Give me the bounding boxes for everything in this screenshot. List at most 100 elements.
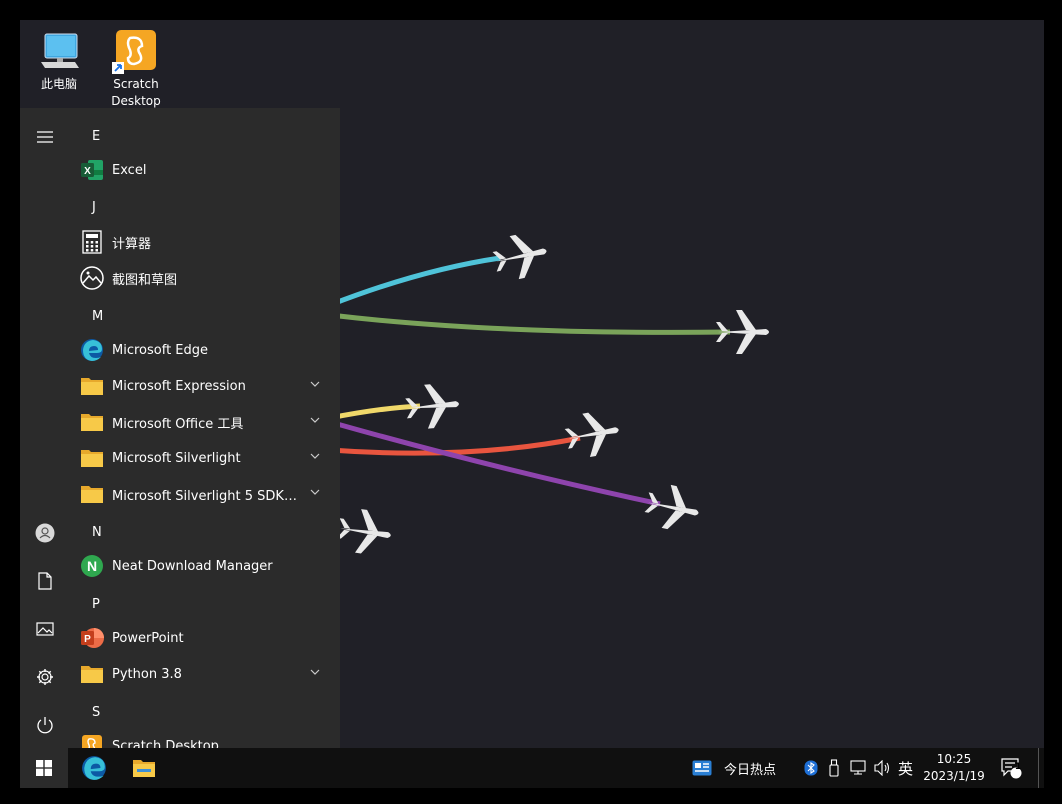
plane-4 bbox=[562, 407, 623, 461]
app-microsoft-edge[interactable]: Microsoft Edge bbox=[80, 333, 330, 367]
chevron-down-icon[interactable] bbox=[310, 452, 320, 460]
plane-5 bbox=[642, 480, 704, 535]
folder-icon bbox=[80, 446, 104, 470]
picture-icon bbox=[36, 622, 54, 636]
computer-icon bbox=[35, 28, 83, 76]
app-label: Microsoft Edge bbox=[112, 342, 209, 358]
usb-tray-icon[interactable] bbox=[828, 748, 840, 788]
chevron-down-icon[interactable] bbox=[310, 668, 320, 676]
show-desktop-button[interactable] bbox=[1038, 748, 1044, 788]
trail-purple bbox=[329, 419, 661, 507]
desktop-icon-scratch[interactable]: Scratch Desktop bbox=[98, 28, 174, 110]
gear-icon bbox=[37, 669, 53, 685]
app-label: Microsoft Office 工具 bbox=[112, 416, 244, 432]
pictures-button[interactable] bbox=[28, 612, 62, 646]
powerpoint-icon: P bbox=[80, 626, 104, 650]
chevron-down-icon[interactable] bbox=[310, 488, 320, 496]
news-widget[interactable]: 今日热点 bbox=[692, 748, 776, 788]
app-calculator[interactable]: 计算器 bbox=[80, 225, 330, 259]
desktop-icon-label: 此电脑 bbox=[40, 77, 77, 91]
network-icon bbox=[850, 760, 866, 775]
svg-text:X: X bbox=[84, 166, 91, 177]
windows-logo-icon bbox=[36, 760, 52, 776]
app-folder-microsoft-expression[interactable]: Microsoft Expression bbox=[80, 369, 330, 403]
group-header-p[interactable]: P bbox=[92, 597, 100, 612]
trail-yellow bbox=[329, 403, 421, 421]
desktop-icon-label: Scratch bbox=[113, 77, 159, 91]
calculator-icon bbox=[80, 230, 104, 254]
app-folder-microsoft-office-tools[interactable]: Microsoft Office 工具 bbox=[80, 405, 330, 439]
edge-icon bbox=[80, 338, 104, 362]
scratch-icon bbox=[80, 734, 104, 748]
clock-date: 2023/1/19 bbox=[923, 769, 985, 783]
hamburger-menu-button[interactable] bbox=[28, 120, 62, 154]
group-header-s[interactable]: S bbox=[92, 705, 100, 720]
start-button[interactable] bbox=[20, 748, 68, 788]
svg-text:P: P bbox=[84, 634, 91, 645]
app-powerpoint[interactable]: P PowerPoint bbox=[80, 621, 330, 655]
plane-6 bbox=[335, 506, 394, 558]
desktop-icon-this-pc[interactable]: 此电脑 bbox=[21, 28, 97, 93]
volume-icon bbox=[874, 760, 890, 776]
app-label: 计算器 bbox=[112, 236, 152, 252]
app-label: Scratch Desktop bbox=[112, 738, 219, 749]
trail-red bbox=[329, 435, 581, 456]
notification-center-button[interactable]: 1 bbox=[1000, 748, 1022, 788]
ime-label: 英 bbox=[898, 759, 914, 778]
group-header-n[interactable]: N bbox=[92, 525, 102, 540]
app-list[interactable]: E X Excel J 计算器 截图和草图 M Microsoft Edge M… bbox=[70, 108, 340, 748]
app-snip-sketch[interactable]: 截图和草图 bbox=[80, 261, 330, 295]
app-label: 截图和草图 bbox=[112, 272, 178, 288]
app-folder-silverlight-sdk[interactable]: Microsoft Silverlight 5 SDK - 中... bbox=[80, 477, 330, 511]
app-neat-download-manager[interactable]: N Neat Download Manager bbox=[80, 549, 330, 583]
app-label: Microsoft Expression bbox=[112, 378, 246, 394]
snip-sketch-icon bbox=[80, 266, 104, 290]
chevron-down-icon[interactable] bbox=[310, 416, 320, 424]
app-label: Microsoft Silverlight 5 SDK - 中... bbox=[112, 488, 300, 504]
trail-green bbox=[329, 312, 731, 335]
hamburger-icon bbox=[37, 131, 53, 143]
folder-icon bbox=[80, 482, 104, 506]
app-folder-python[interactable]: Python 3.8 bbox=[80, 657, 330, 691]
group-header-j[interactable]: J bbox=[92, 200, 96, 215]
plane-3 bbox=[404, 381, 461, 431]
clock-time: 10:25 bbox=[936, 752, 972, 766]
excel-icon: X bbox=[80, 158, 104, 182]
clock[interactable]: 10:25 2023/1/19 bbox=[916, 751, 992, 785]
file-explorer-icon bbox=[133, 760, 155, 777]
edge-icon bbox=[82, 756, 106, 780]
app-scratch-desktop[interactable]: Scratch Desktop bbox=[80, 729, 330, 748]
ndm-icon: N bbox=[80, 554, 104, 578]
app-folder-microsoft-silverlight[interactable]: Microsoft Silverlight bbox=[80, 441, 330, 475]
bluetooth-tray-icon[interactable] bbox=[804, 748, 818, 788]
svg-text:N: N bbox=[87, 558, 97, 574]
user-account-button[interactable] bbox=[28, 516, 62, 550]
power-button[interactable] bbox=[28, 708, 62, 742]
folder-icon bbox=[80, 374, 104, 398]
app-label: Neat Download Manager bbox=[112, 558, 273, 574]
app-label: Microsoft Silverlight bbox=[112, 450, 241, 466]
taskbar: 今日热点 英 10:25 2023/1/19 1 bbox=[20, 748, 1044, 788]
plane-2 bbox=[716, 310, 769, 354]
notification-badge: 1 bbox=[1014, 762, 1022, 772]
folder-icon bbox=[80, 662, 104, 686]
chevron-down-icon[interactable] bbox=[310, 380, 320, 388]
app-excel[interactable]: X Excel bbox=[80, 153, 330, 187]
documents-button[interactable] bbox=[28, 564, 62, 598]
taskbar-file-explorer-button[interactable] bbox=[120, 748, 168, 788]
ime-indicator[interactable]: 英 bbox=[898, 748, 913, 788]
news-icon bbox=[692, 760, 712, 776]
group-header-e[interactable]: E bbox=[92, 129, 100, 144]
scratch-icon bbox=[112, 28, 160, 76]
volume-tray-icon[interactable] bbox=[874, 748, 892, 788]
start-menu: E X Excel J 计算器 截图和草图 M Microsoft Edge M… bbox=[20, 108, 340, 748]
group-header-m[interactable]: M bbox=[92, 309, 103, 324]
folder-icon bbox=[80, 410, 104, 434]
network-tray-icon[interactable] bbox=[850, 748, 868, 788]
taskbar-edge-button[interactable] bbox=[70, 748, 118, 788]
plane-1 bbox=[490, 229, 552, 284]
app-label: Python 3.8 bbox=[112, 666, 182, 682]
settings-button[interactable] bbox=[28, 660, 62, 694]
app-label: PowerPoint bbox=[112, 630, 184, 646]
trail-cyan bbox=[329, 255, 501, 308]
